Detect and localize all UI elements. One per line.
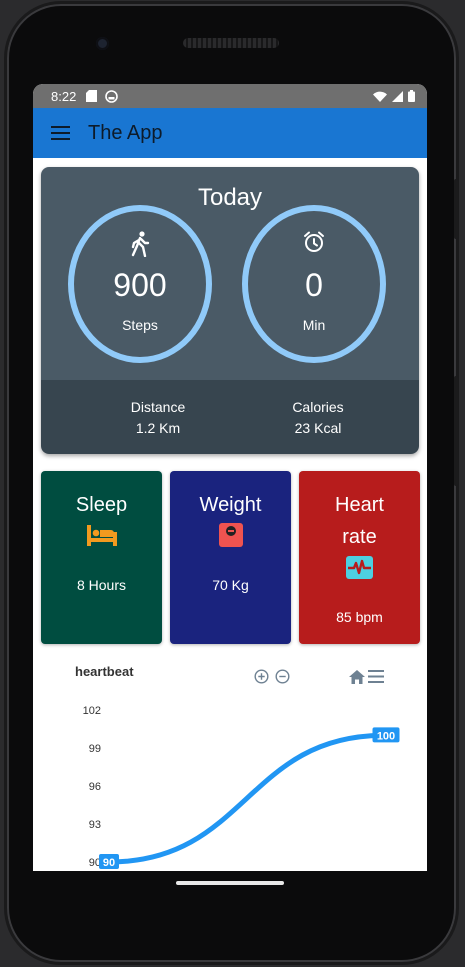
volume-button — [454, 376, 458, 486]
scale-icon — [170, 523, 291, 547]
chart-title: heartbeat — [75, 664, 134, 679]
wifi-icon — [373, 91, 387, 102]
sleep-title: Sleep — [75, 494, 128, 516]
zoom-in-icon[interactable] — [254, 669, 269, 684]
menu-icon[interactable] — [51, 126, 70, 140]
distance-stat: Distance 1.2 Km — [83, 397, 233, 439]
calories-value: 23 Kcal — [294, 420, 342, 436]
walk-icon — [74, 231, 206, 257]
data-label: 90 — [99, 854, 119, 869]
y-tick-label: 93 — [89, 819, 101, 831]
steps-unit: Steps — [122, 317, 158, 333]
heart-rate-title-line2: rate — [342, 526, 377, 548]
today-title: Today — [197, 184, 263, 211]
bed-icon — [41, 524, 162, 546]
home-indicator[interactable] — [176, 881, 284, 885]
heart-monitor-icon — [299, 556, 420, 579]
chart-menu-icon[interactable] — [368, 670, 384, 684]
zoom-out-icon[interactable] — [275, 669, 290, 684]
minutes-unit: Min — [302, 317, 326, 333]
calories-label: Calories — [292, 399, 344, 415]
minutes-value: 0 — [305, 267, 323, 303]
weight-title: Weight — [199, 494, 262, 516]
battery-icon — [408, 90, 415, 102]
status-bar: 8:22 — [33, 84, 427, 108]
front-camera — [96, 37, 109, 50]
weight-value: 70 Kg — [212, 577, 249, 593]
app-notification-icon — [105, 89, 119, 103]
steps-ring: 900 Steps — [68, 205, 212, 363]
screen: 8:22 The App Today 900 Steps 0 Min Dista… — [33, 84, 427, 871]
heart-rate-title-line1: Heart — [335, 494, 384, 516]
reset-zoom-home-icon[interactable] — [349, 670, 365, 684]
earpiece-speaker — [183, 38, 279, 48]
chart-toolbar — [349, 670, 384, 684]
power-button — [454, 179, 458, 239]
heart-rate-tile[interactable]: Heart rate 85 bpm — [299, 471, 420, 644]
today-card: Today 900 Steps 0 Min Distance 1.2 Km Ca… — [41, 167, 419, 454]
distance-value: 1.2 Km — [135, 420, 181, 436]
minutes-ring: 0 Min — [242, 205, 386, 363]
alarm-clock-icon — [248, 231, 380, 253]
y-tick-label: 96 — [89, 781, 101, 793]
steps-value: 900 — [113, 267, 167, 303]
sleep-value: 8 Hours — [76, 577, 127, 593]
app-bar: The App — [33, 108, 427, 158]
heartbeat-chart: 10299969390 90100 — [83, 705, 400, 869]
distance-label: Distance — [130, 399, 186, 415]
heart-rate-value: 85 bpm — [336, 609, 383, 625]
zoom-controls — [254, 669, 290, 684]
weight-tile[interactable]: Weight 70 Kg — [170, 471, 291, 644]
app-title: The App — [88, 121, 163, 144]
y-tick-label: 99 — [89, 743, 101, 755]
svg-text:100: 100 — [377, 730, 395, 742]
calories-stat: Calories 23 Kcal — [243, 397, 393, 439]
data-label: 100 — [372, 727, 400, 743]
status-time: 8:22 — [51, 88, 77, 104]
sleep-tile[interactable]: Sleep 8 Hours — [41, 471, 162, 644]
sd-card-icon — [86, 90, 98, 102]
y-tick-label: 102 — [83, 705, 101, 717]
svg-text:90: 90 — [103, 857, 115, 869]
heart-rate-title: Heart rate — [299, 489, 420, 553]
series-line — [106, 732, 387, 865]
cell-signal-icon — [392, 90, 403, 102]
